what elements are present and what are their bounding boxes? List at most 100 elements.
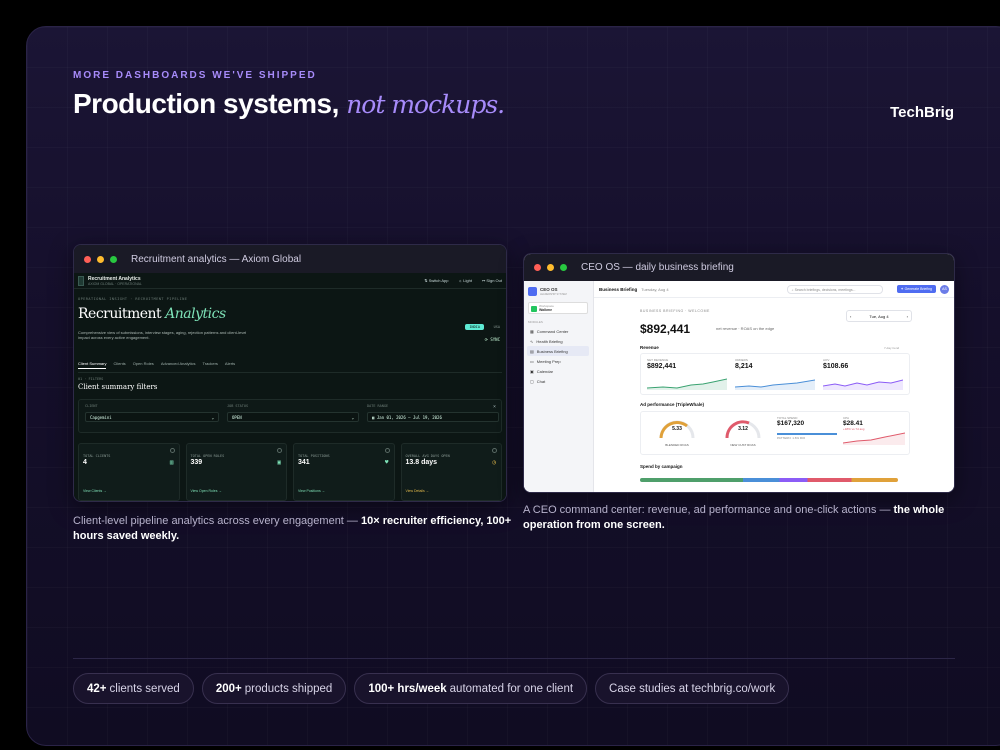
sync-button[interactable]: ⟳ SYNC (485, 337, 500, 342)
chart-icon: ▤ (530, 348, 534, 354)
light-mode-button[interactable]: ☼ Light (458, 278, 471, 283)
info-icon[interactable] (384, 448, 390, 453)
kpi-card: TOTAL POSITIONS 341 ♥ View Positions → (293, 443, 395, 501)
aov-kpi: AOV $108.66 (823, 358, 903, 390)
filter-status-label: JOB STATUS (227, 404, 249, 408)
spend-bar (777, 433, 837, 435)
kpi-link[interactable]: View Clients → (83, 489, 107, 493)
kpi-value: 4 (83, 459, 87, 466)
search-input[interactable]: ⌕ Search briefings, decisions, meetings.… (786, 284, 883, 294)
page-date: Tuesday, Aug 4 (641, 286, 669, 292)
tab-open-roles[interactable]: Open Roles (133, 361, 154, 369)
brand-logo: TechBrig (890, 104, 954, 121)
kpi-label: TOTAL OPEN ROLES (190, 454, 225, 458)
region-toggle-india[interactable]: INDIA (465, 324, 484, 330)
sidebar-item-meeting-prep[interactable]: ▭ Meeting Prep (527, 356, 589, 366)
window-title: CEO OS — daily business briefing (581, 262, 734, 273)
chat-icon: ▢ (530, 378, 534, 384)
close-icon[interactable]: × (493, 404, 496, 410)
briefcase-icon: ▣ (277, 459, 281, 466)
stat-pill-clients: 42+ clients served (73, 673, 194, 704)
sidebar: CEO OS LEADERSHIP SYSTEM Workspace Walkme… (524, 281, 594, 492)
sidebar-item-health-briefing[interactable]: ∿ Health Briefing (527, 336, 589, 346)
tab-client-summary[interactable]: Client Summary (78, 361, 107, 369)
switch-app-button[interactable]: ⇅ Switch App (424, 278, 448, 283)
sidebar-item-business-briefing[interactable]: ▤ Business Briefing (527, 346, 589, 356)
showcase-card: MORE DASHBOARDS WE'VE SHIPPED Production… (26, 26, 1000, 746)
workspace-switcher[interactable]: Workspace Walkme (528, 302, 588, 314)
maximize-dot (110, 255, 117, 263)
heartbeat-icon: ♥ (384, 459, 389, 466)
sign-out-button[interactable]: ↦ Sign Out (482, 278, 502, 283)
topbar: Business Briefing Tuesday, Aug 4 ⌕ Searc… (594, 281, 954, 298)
generate-briefing-button[interactable]: ✦ Generate Briefing (896, 285, 936, 293)
page-title: Business Briefing (599, 286, 638, 292)
sidebar-item-command-center[interactable]: ▦ Command Center (527, 326, 589, 336)
info-icon[interactable] (169, 448, 175, 453)
info-icon[interactable] (277, 448, 282, 453)
headline: Production systems, not mockups. (73, 88, 505, 120)
stats-pills: 42+ clients served 200+ products shipped 1… (73, 673, 790, 704)
chevron-right-icon: › (906, 313, 908, 319)
kpi-value: 339 (190, 459, 203, 466)
app-subtitle: LEADERSHIP SYSTEM (540, 293, 567, 296)
pulse-icon: ∿ (530, 338, 534, 344)
recruitment-caption: Client-level pipeline analytics across e… (73, 515, 512, 542)
filter-client-select[interactable]: Capgemini ⌄ (85, 412, 219, 422)
kpi-card: TOTAL OPEN ROLES 339 ▣ View Open Roles → (185, 443, 287, 501)
sidebar-nav: ▦ Command Center ∿ Health Briefing ▤ Busine… (527, 326, 589, 386)
breadcrumb: OPERATIONAL INSIGHT · RECRUITMENT PIPELI… (78, 297, 188, 301)
app-title: CEO OS (540, 287, 558, 292)
calendar-icon: ▣ (530, 368, 534, 374)
filter-date-label: DATE RANGE (367, 404, 389, 408)
page-title: Recruitment Analytics (78, 306, 226, 322)
kpi-value: 341 (298, 459, 310, 466)
eyebrow: MORE DASHBOARDS WE'VE SHIPPED (73, 70, 317, 81)
recruitment-screenshot: Recruitment analytics — Axiom Global Rec… (73, 244, 507, 502)
kpi-link[interactable]: View Open Roles → (191, 489, 222, 493)
window-title: Recruitment analytics — Axiom Global (131, 253, 302, 265)
sparkline-cpa (842, 432, 906, 445)
kpi-link[interactable]: View Details → (406, 489, 430, 493)
chevron-down-icon: ⌄ (351, 415, 354, 420)
kpi-link[interactable]: View Positions → (298, 489, 325, 493)
headline-revenue: $892,441 (640, 322, 691, 336)
tab-clients[interactable]: Clients (113, 361, 125, 369)
app-topbar: Recruitment Analytics AXIOM GLOBAL · OPE… (74, 273, 506, 289)
sidebar-item-chat[interactable]: ▢ Chat (527, 376, 589, 386)
tab-alerts[interactable]: Alerts (225, 361, 235, 369)
info-icon[interactable] (492, 448, 497, 453)
minimize-dot (97, 255, 104, 263)
chevron-down-icon: ⌄ (211, 415, 214, 420)
revenue-section-title: Revenue (640, 345, 659, 350)
sidebar-item-calendar[interactable]: ▣ Calendar (527, 366, 589, 376)
kpi-card: OVERALL AVG DAYS OPEN 13.8 days ◷ View D… (400, 443, 502, 501)
app-title: Recruitment Analytics (88, 275, 141, 282)
filter-date-input[interactable]: ▦ Jan 01, 2026 – Jul 19, 2026 (367, 412, 499, 422)
top-buttons: ⇅ Switch App ☼ Light ↦ Sign Out (424, 278, 502, 283)
sparkline-aov (823, 379, 903, 390)
filter-client-label: CLIENT (85, 404, 98, 408)
section-title: Client summary filters (78, 383, 158, 391)
revenue-kpi: NET REVENUE $892,441 (647, 358, 727, 390)
date-picker[interactable]: ‹ Tue, Aug 4 › (846, 310, 912, 322)
tab-trackers[interactable]: Trackers (203, 361, 218, 369)
app-logo-icon (528, 287, 537, 296)
region-toggle-usa[interactable]: USA (494, 325, 500, 329)
filter-status-select[interactable]: OPEN ⌄ (227, 412, 359, 422)
chevron-left-icon: ‹ (850, 313, 852, 319)
kpi-row: TOTAL CLIENTS 4 ▥ View Clients → TOTAL O… (78, 443, 502, 501)
maximize-dot (560, 264, 567, 271)
headline-accent: not mockups. (346, 90, 505, 119)
minimize-dot (547, 264, 554, 271)
workspace-icon (531, 306, 537, 312)
campaign-section-title: Spend by campaign (640, 464, 683, 469)
revenue-trend-link[interactable]: 7-day trend (884, 346, 899, 350)
avatar[interactable]: AS (940, 284, 949, 294)
app-logo-icon (78, 275, 84, 286)
main-content: Business Briefing Tuesday, Aug 4 ⌕ Searc… (594, 281, 954, 492)
tab-advanced-analytics[interactable]: Advanced Analytics (161, 361, 196, 369)
gauge-new-cust-roas: 3.12 NEW CUST ROAS (723, 416, 763, 447)
case-studies-link[interactable]: Case studies at techbrig.co/work (595, 673, 790, 704)
stat-pill-hours: 100+ hrs/week automated for one client (354, 673, 588, 704)
